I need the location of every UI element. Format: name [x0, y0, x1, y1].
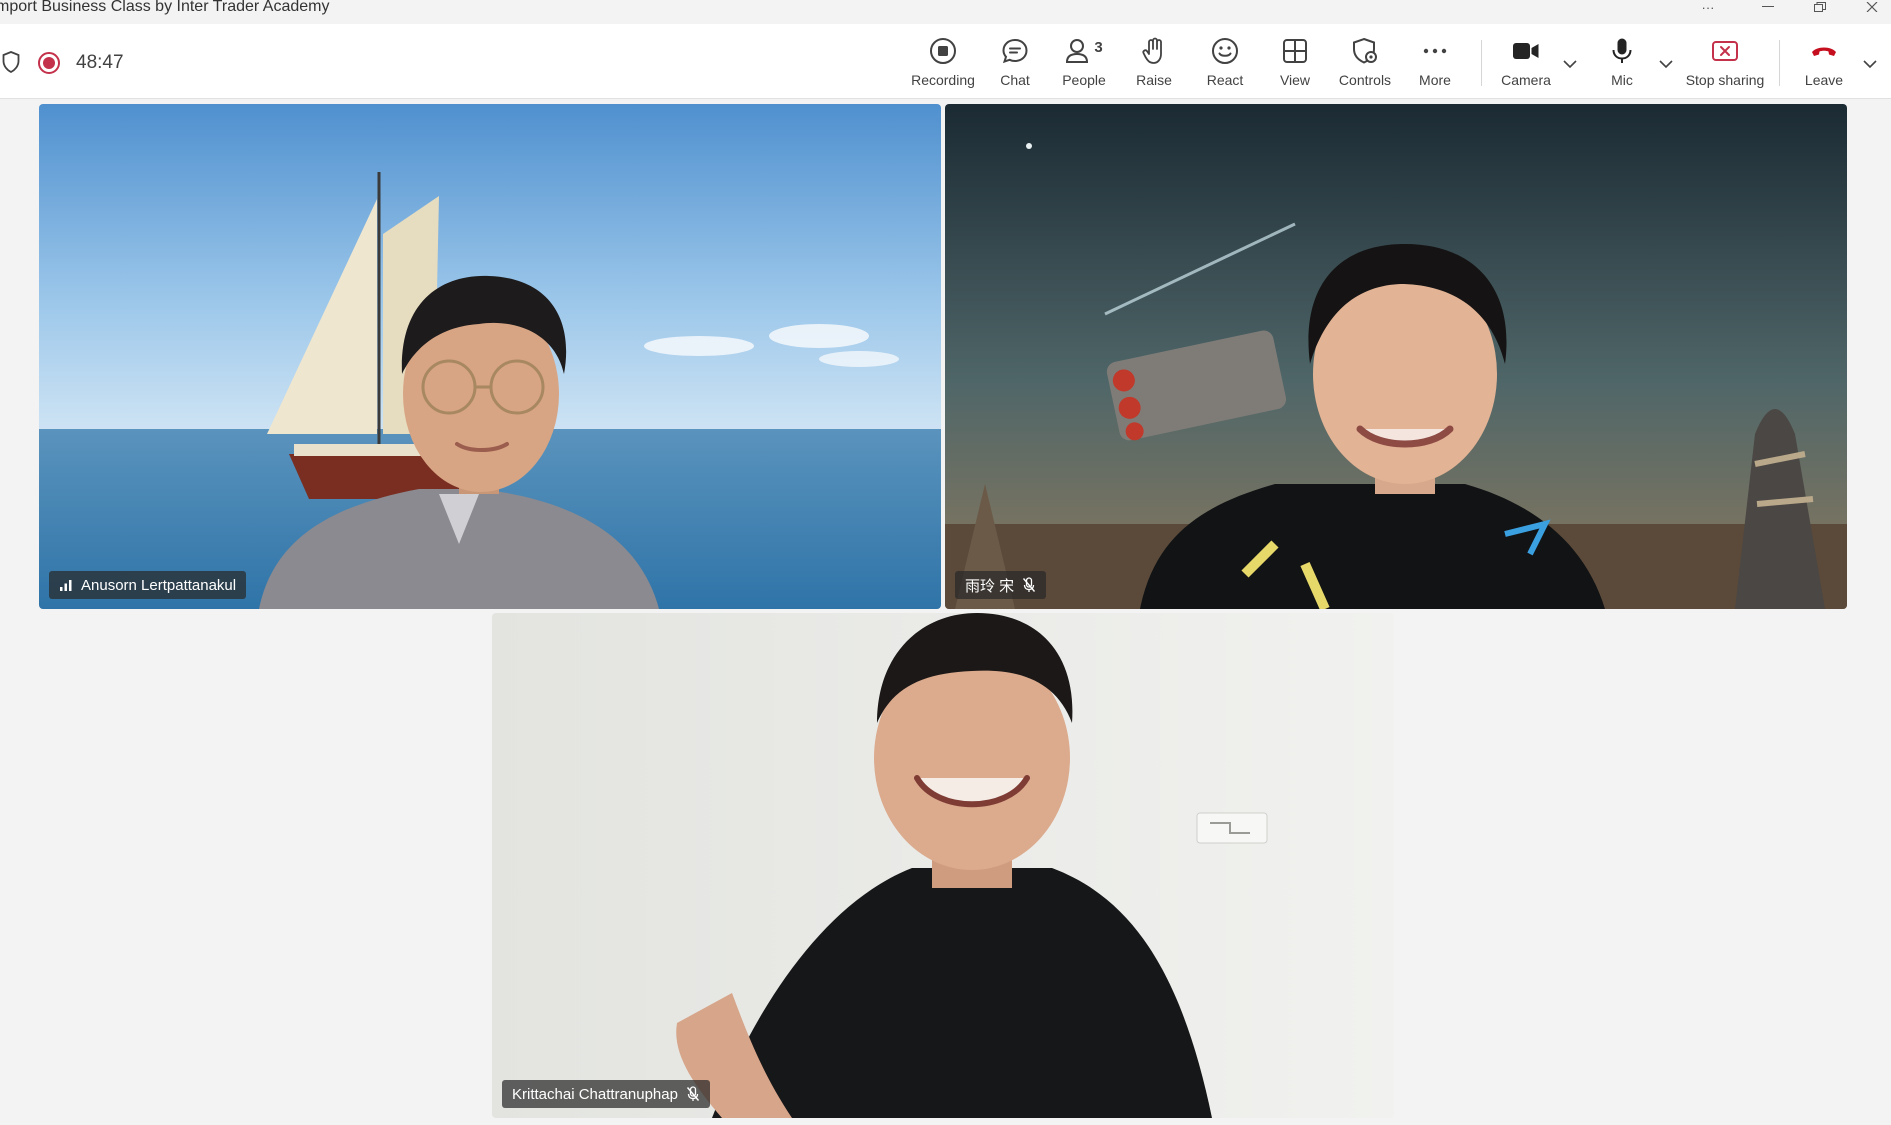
react-button[interactable]: React	[1195, 34, 1255, 94]
camera-options-chevron-icon[interactable]	[1560, 54, 1580, 74]
participant-3-name: Krittachai Chattranuphap	[512, 1085, 678, 1103]
camera-button[interactable]: Camera	[1496, 34, 1556, 94]
people-label: People	[1062, 72, 1106, 88]
leave-label: Leave	[1804, 72, 1844, 88]
camera-label: Camera	[1501, 72, 1551, 88]
participant-1-name-tag: Anusorn Lertpattanakul	[49, 571, 247, 599]
window-title-bar: mport Business Class by Inter Trader Aca…	[0, 0, 1891, 24]
react-label: React	[1206, 72, 1244, 88]
grid-view-icon	[1281, 34, 1309, 68]
participant-3-name-tag: Krittachai Chattranuphap	[502, 1080, 710, 1108]
leave-button[interactable]: Leave	[1796, 34, 1852, 94]
participant-1-name: Anusorn Lertpattanakul	[81, 576, 237, 594]
record-indicator-icon	[38, 52, 60, 74]
chat-label: Chat	[1000, 72, 1030, 88]
view-button[interactable]: View	[1265, 34, 1325, 94]
recording-stop-icon	[929, 34, 957, 68]
people-button[interactable]: 3 People	[1054, 34, 1114, 94]
stop-share-icon	[1710, 34, 1740, 68]
video-tile-participant-2[interactable]: 雨玲 宋	[945, 104, 1847, 609]
recording-label: Recording	[911, 72, 975, 88]
emoji-smile-icon	[1211, 34, 1239, 68]
mic-options-chevron-icon[interactable]	[1656, 54, 1676, 74]
mic-off-icon	[686, 1086, 699, 1101]
video-camera-icon	[1511, 34, 1541, 68]
participant-2-name-tag: 雨玲 宋	[955, 571, 1047, 599]
minimize-icon[interactable]	[1748, 0, 1788, 14]
microphone-icon	[1608, 34, 1636, 68]
people-count: 3	[1094, 38, 1103, 56]
chat-button[interactable]: Chat	[985, 34, 1045, 94]
raise-hand-button[interactable]: Raise	[1124, 34, 1184, 94]
participant-1-video-feed	[39, 104, 941, 609]
leave-options-chevron-icon[interactable]	[1860, 54, 1880, 74]
stop-sharing-button[interactable]: Stop sharing	[1684, 34, 1766, 94]
participant-3-video-feed	[492, 613, 1394, 1118]
video-tile-participant-3[interactable]: Krittachai Chattranuphap	[492, 613, 1394, 1118]
more-label: More	[1419, 72, 1451, 88]
window-title: mport Business Class by Inter Trader Aca…	[0, 0, 330, 15]
more-button[interactable]: More	[1405, 34, 1465, 94]
meeting-timer: 48:47	[76, 52, 124, 73]
shield-gear-icon	[1351, 34, 1379, 68]
mic-off-icon	[1023, 577, 1036, 592]
raise-label: Raise	[1136, 72, 1172, 88]
window-more-icon[interactable]: ···	[1688, 0, 1728, 15]
mic-label: Mic	[1611, 72, 1633, 88]
close-window-icon[interactable]	[1852, 0, 1891, 14]
controls-label: Controls	[1338, 72, 1392, 88]
phone-hangup-icon	[1809, 34, 1839, 68]
view-label: View	[1279, 72, 1311, 88]
participant-2-video-feed	[945, 104, 1847, 609]
shield-icon	[2, 51, 20, 73]
chat-icon	[1001, 34, 1029, 68]
restore-icon[interactable]	[1800, 0, 1840, 14]
signal-bars-icon	[60, 580, 72, 591]
raise-hand-icon	[1140, 34, 1168, 68]
video-tile-participant-1[interactable]: Anusorn Lertpattanakul	[39, 104, 941, 609]
recording-button[interactable]: Recording	[908, 34, 978, 94]
stop-sharing-label: Stop sharing	[1685, 72, 1765, 88]
people-icon: 3	[1065, 34, 1103, 68]
meeting-toolbar: 48:47 Recording Chat 3 People Raise Reac…	[0, 24, 1891, 99]
participant-2-name: 雨玲 宋	[965, 577, 1015, 595]
mic-button[interactable]: Mic	[1592, 34, 1652, 94]
toolbar-divider	[1481, 40, 1482, 86]
controls-button[interactable]: Controls	[1333, 34, 1397, 94]
toolbar-divider	[1779, 40, 1780, 86]
more-dots-icon	[1421, 34, 1449, 68]
